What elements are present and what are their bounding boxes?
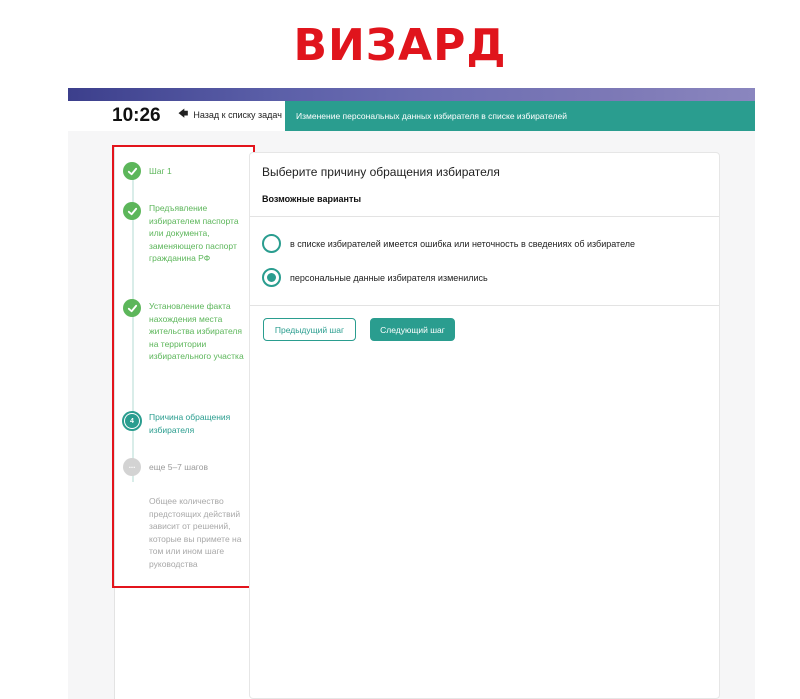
step-3-label[interactable]: Установление факта нахождения места жите… <box>149 300 249 363</box>
app-header: 10:26 🡄 Назад к списку задач Изменение п… <box>68 101 755 131</box>
task-title-bar: Изменение персональных данных избирателя… <box>285 101 755 131</box>
next-step-button[interactable]: Следующий шаг <box>370 318 455 341</box>
clock: 10:26 <box>112 105 161 126</box>
back-link-label: Назад к списку задач <box>193 110 282 120</box>
current-step-number: 4 <box>125 414 139 428</box>
top-banner-stripe <box>68 88 755 101</box>
previous-step-button[interactable]: Предыдущий шаг <box>263 318 356 341</box>
radio-button-checked[interactable] <box>262 268 281 287</box>
step-check-icon <box>123 299 141 317</box>
question-title: Выберите причину обращения избирателя <box>262 165 500 179</box>
current-step-icon: 4 <box>122 411 142 431</box>
step-1-label[interactable]: Шаг 1 <box>149 165 249 178</box>
divider <box>250 305 719 306</box>
option-error-in-list[interactable]: в списке избирателей имеется ошибка или … <box>262 234 635 253</box>
step-check-icon <box>123 162 141 180</box>
caption-title: ВИЗАРД <box>293 20 507 71</box>
step-2-label[interactable]: Предъявление избирателем паспорта или до… <box>149 202 249 265</box>
option-label: персональные данные избирателя изменилис… <box>290 272 488 283</box>
radio-button[interactable] <box>262 234 281 253</box>
back-arrow-icon: 🡄 <box>178 109 189 120</box>
back-to-tasks-link[interactable]: 🡄 Назад к списку задач <box>178 109 282 121</box>
more-steps-icon: ··· <box>123 458 141 476</box>
steps-note: Общее количество предстоящих действий за… <box>149 496 242 569</box>
step-check-icon <box>123 202 141 220</box>
option-data-changed[interactable]: персональные данные избирателя изменилис… <box>262 268 488 287</box>
step-4-label: Причина обращения избирателя <box>149 412 231 435</box>
option-label: в списке избирателей имеется ошибка или … <box>290 238 636 249</box>
divider <box>250 216 719 217</box>
more-steps-label: еще 5–7 шагов <box>149 462 208 472</box>
options-heading: Возможные варианты <box>262 194 362 204</box>
